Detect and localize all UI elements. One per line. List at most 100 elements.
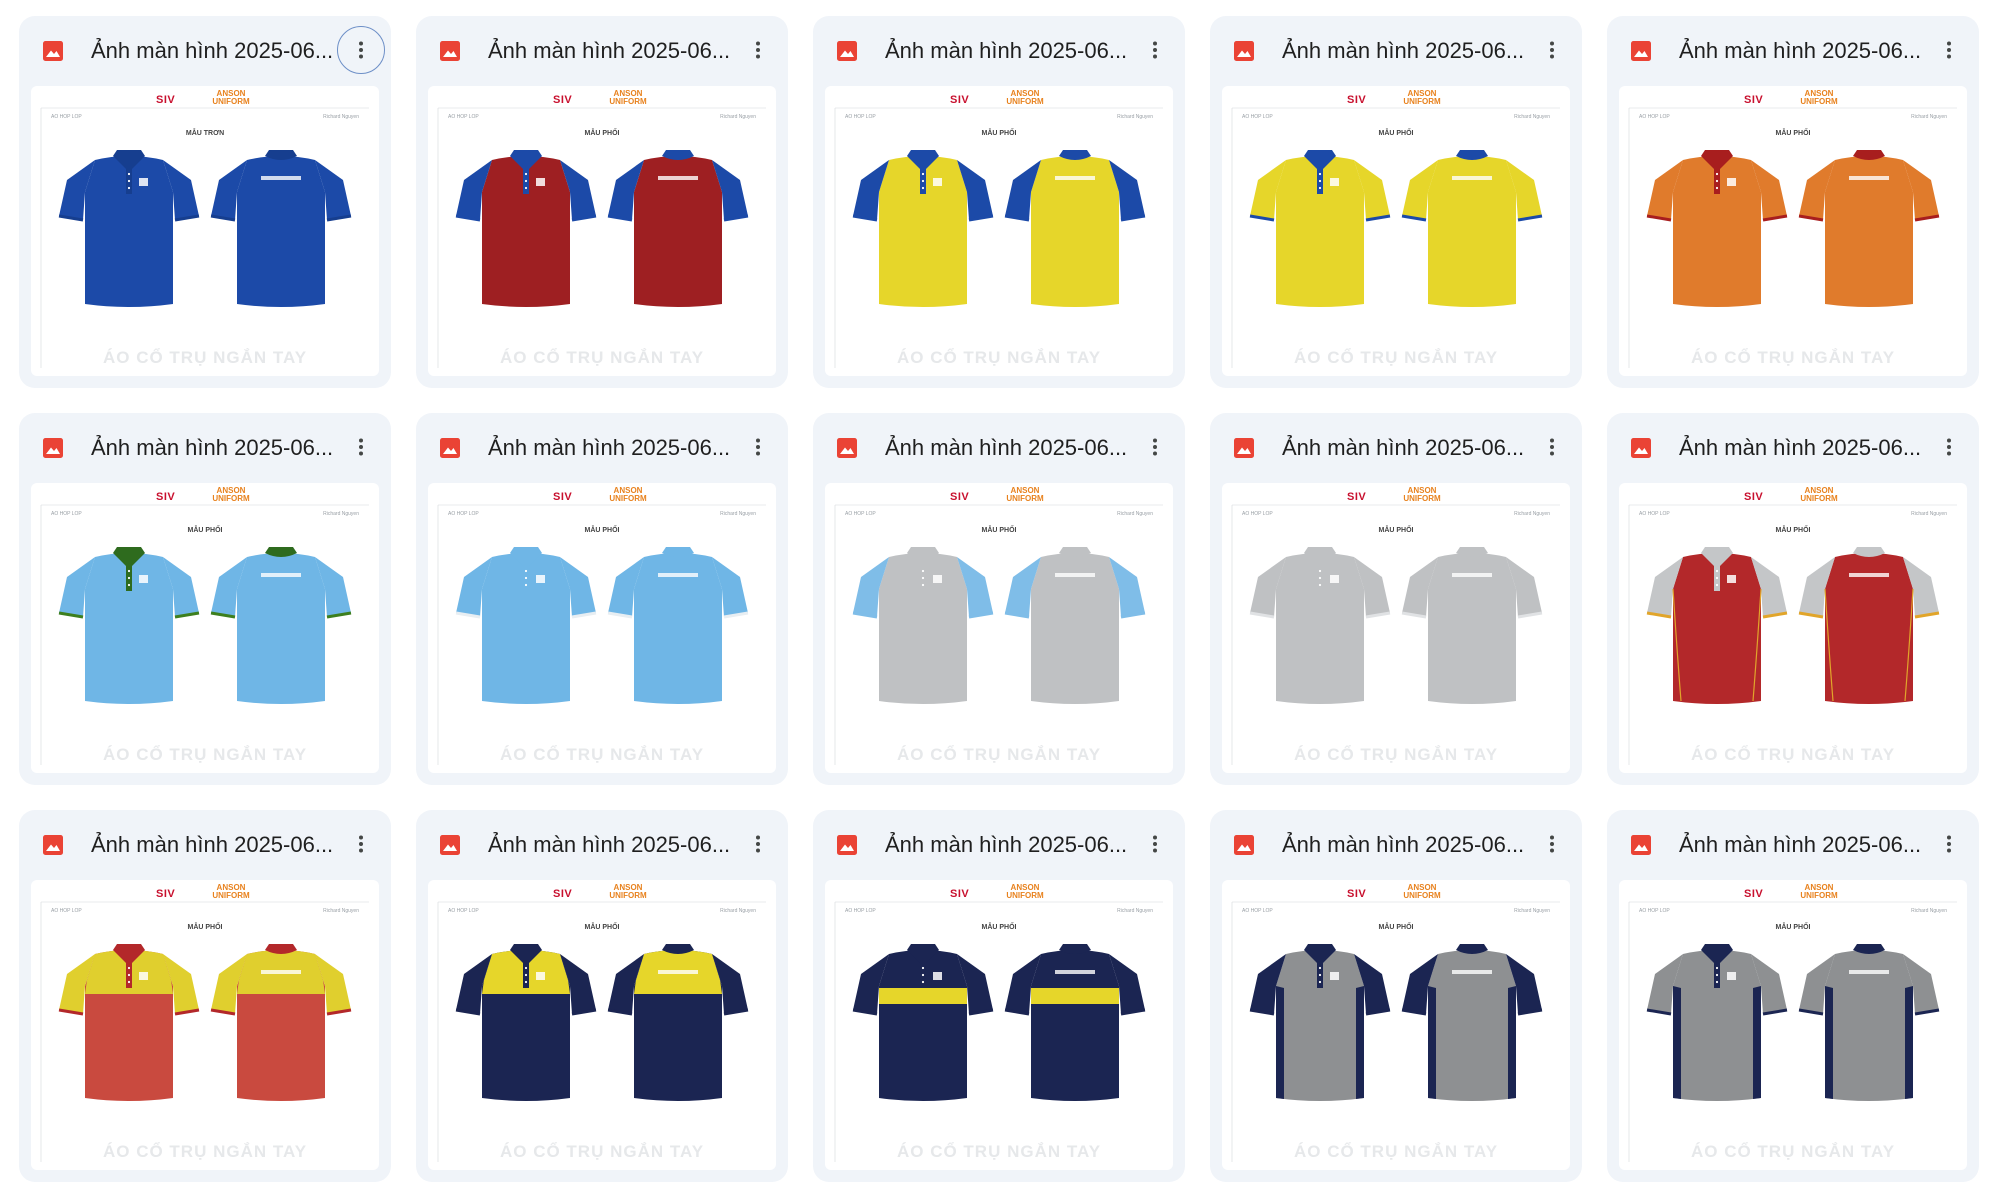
card-header: Ảnh màn hình 2025-06... [416, 16, 788, 86]
card-header: Ảnh màn hình 2025-06... [416, 413, 788, 483]
thumb-sub-right: Richard Nguyen [1117, 908, 1153, 914]
brand-siv-logo: SIV [1347, 888, 1367, 900]
card-header: Ảnh màn hình 2025-06... [1607, 16, 1979, 86]
brand-siv-logo: SIV [1744, 888, 1764, 900]
file-card[interactable]: Ảnh màn hình 2025-06... SIV ANSON UNIFOR… [813, 810, 1185, 1182]
more-actions-button[interactable] [1925, 26, 1973, 74]
file-card[interactable]: Ảnh màn hình 2025-06... SIV ANSON UNIFOR… [1210, 413, 1582, 785]
file-thumbnail[interactable]: SIV ANSON UNIFORM AO HOP LOP Richard Ngu… [825, 880, 1173, 1170]
file-thumbnail[interactable]: SIV ANSON UNIFORM AO HOP LOP Richard Ngu… [31, 880, 379, 1170]
file-title: Ảnh màn hình 2025-06... [1679, 832, 1922, 857]
file-card[interactable]: Ảnh màn hình 2025-06... SIV ANSON UNIFOR… [19, 16, 391, 388]
more-actions-button[interactable] [1925, 820, 1973, 868]
file-card[interactable]: Ảnh màn hình 2025-06... SIV ANSON UNIFOR… [19, 810, 391, 1182]
more-actions-button[interactable] [734, 423, 782, 471]
front-shirt-button-1 [1715, 179, 1719, 183]
watermark-text: ÁO CỔ TRỤ NGẮN TAY [499, 348, 705, 367]
thumb-sub-right: Richard Nguyen [323, 908, 359, 914]
front-shirt-button-0 [921, 569, 925, 573]
back-shirt-back-logo [658, 970, 698, 974]
file-card[interactable]: Ảnh màn hình 2025-06... SIV ANSON UNIFOR… [1607, 16, 1979, 388]
file-card[interactable]: Ảnh màn hình 2025-06... SIV ANSON UNIFOR… [416, 413, 788, 785]
image-file-icon [837, 835, 857, 855]
brand-anson-logo: ANSON UNIFORM [212, 883, 250, 900]
file-card[interactable]: Ảnh màn hình 2025-06... SIV ANSON UNIFOR… [416, 16, 788, 388]
image-file-icon [1234, 835, 1254, 855]
front-shirt-side-panel-right [1753, 986, 1761, 1099]
brand-anson-logo: ANSON UNIFORM [609, 883, 647, 900]
thumb-sub-left: AO HOP LOP [845, 511, 876, 517]
file-thumbnail[interactable]: SIV ANSON UNIFORM AO HOP LOP Richard Ngu… [1619, 880, 1967, 1170]
file-title: Ảnh màn hình 2025-06... [1679, 38, 1922, 63]
thumb-sub-left: AO HOP LOP [1242, 511, 1273, 517]
more-actions-button[interactable] [1131, 820, 1179, 868]
more-vert-icon [1947, 438, 1951, 456]
more-actions-button[interactable] [1131, 26, 1179, 74]
file-card[interactable]: Ảnh màn hình 2025-06... SIV ANSON UNIFOR… [813, 413, 1185, 785]
file-card[interactable]: Ảnh màn hình 2025-06... SIV ANSON UNIFOR… [813, 16, 1185, 388]
front-shirt-button-0 [921, 172, 925, 176]
watermark-text: ÁO CỔ TRỤ NGẮN TAY [1690, 745, 1896, 764]
file-card[interactable]: Ảnh màn hình 2025-06... SIV ANSON UNIFOR… [1607, 413, 1979, 785]
file-thumbnail[interactable]: SIV ANSON UNIFORM AO HOP LOP Richard Ngu… [31, 483, 379, 773]
front-shirt-button-2 [127, 186, 131, 190]
file-thumbnail[interactable]: SIV ANSON UNIFORM AO HOP LOP Richard Ngu… [428, 880, 776, 1170]
back-shirt-back-logo [1055, 573, 1095, 577]
more-actions-button[interactable] [734, 820, 782, 868]
file-thumbnail[interactable]: SIV ANSON UNIFORM AO HOP LOP Richard Ngu… [1222, 880, 1570, 1170]
more-actions-button[interactable] [337, 26, 385, 74]
front-shirt-chest-logo [536, 575, 545, 583]
more-actions-button[interactable] [734, 26, 782, 74]
design-label: MẪU PHỐI [981, 924, 1017, 931]
back-shirt-back-logo [658, 573, 698, 577]
file-card[interactable]: Ảnh màn hình 2025-06... SIV ANSON UNIFOR… [1210, 16, 1582, 388]
front-shirt-button-0 [1715, 569, 1719, 573]
file-thumbnail[interactable]: SIV ANSON UNIFORM AO HOP LOP Richard Ngu… [428, 483, 776, 773]
image-file-icon [43, 438, 63, 458]
brand-siv-logo: SIV [553, 888, 573, 900]
file-card[interactable]: Ảnh màn hình 2025-06... SIV ANSON UNIFOR… [416, 810, 788, 1182]
file-card[interactable]: Ảnh màn hình 2025-06... SIV ANSON UNIFOR… [1210, 810, 1582, 1182]
front-shirt-button-1 [127, 576, 131, 580]
front-shirt-button-1 [1715, 973, 1719, 977]
file-title: Ảnh màn hình 2025-06... [91, 832, 334, 857]
brand-siv-logo: SIV [156, 94, 176, 106]
file-card[interactable]: Ảnh màn hình 2025-06... SIV ANSON UNIFOR… [1607, 810, 1979, 1182]
watermark-text: ÁO CỔ TRỤ NGẮN TAY [1690, 1142, 1896, 1161]
watermark-text: ÁO CỔ TRỤ NGẮN TAY [896, 745, 1102, 764]
more-actions-button[interactable] [337, 820, 385, 868]
front-shirt-button-2 [127, 980, 131, 984]
file-title: Ảnh màn hình 2025-06... [885, 435, 1128, 460]
brand-siv-logo: SIV [950, 491, 970, 503]
card-header: Ảnh màn hình 2025-06... [1210, 810, 1582, 880]
back-shirt-side-panel-right [1508, 986, 1516, 1099]
file-thumbnail[interactable]: SIV ANSON UNIFORM AO HOP LOP Richard Ngu… [1619, 483, 1967, 773]
more-actions-button[interactable] [1528, 26, 1576, 74]
design-label: MẪU PHỐI [981, 527, 1017, 534]
image-file-icon [440, 438, 460, 458]
file-thumbnail[interactable]: SIV ANSON UNIFORM AO HOP LOP Richard Ngu… [31, 86, 379, 376]
more-actions-button[interactable] [1925, 423, 1973, 471]
watermark-text: ÁO CỔ TRỤ NGẮN TAY [1293, 1142, 1499, 1161]
brand-anson-logo: ANSON UNIFORM [1800, 486, 1838, 503]
front-shirt-chest-logo [536, 972, 545, 980]
file-title: Ảnh màn hình 2025-06... [1282, 435, 1525, 460]
file-thumbnail[interactable]: SIV ANSON UNIFORM AO HOP LOP Richard Ngu… [1222, 86, 1570, 376]
image-file-icon [1631, 835, 1651, 855]
file-thumbnail[interactable]: SIV ANSON UNIFORM AO HOP LOP Richard Ngu… [1222, 483, 1570, 773]
more-actions-button[interactable] [337, 423, 385, 471]
watermark-text: ÁO CỔ TRỤ NGẮN TAY [102, 745, 308, 764]
file-grid: Ảnh màn hình 2025-06... SIV ANSON UNIFOR… [19, 16, 1979, 1182]
file-thumbnail[interactable]: SIV ANSON UNIFORM AO HOP LOP Richard Ngu… [825, 483, 1173, 773]
more-actions-button[interactable] [1528, 820, 1576, 868]
file-card[interactable]: Ảnh màn hình 2025-06... SIV ANSON UNIFOR… [19, 413, 391, 785]
more-actions-button[interactable] [1528, 423, 1576, 471]
image-file-icon [43, 835, 63, 855]
file-thumbnail[interactable]: SIV ANSON UNIFORM AO HOP LOP Richard Ngu… [825, 86, 1173, 376]
file-thumbnail[interactable]: SIV ANSON UNIFORM AO HOP LOP Richard Ngu… [428, 86, 776, 376]
file-thumbnail[interactable]: SIV ANSON UNIFORM AO HOP LOP Richard Ngu… [1619, 86, 1967, 376]
thumb-sub-left: AO HOP LOP [51, 114, 82, 120]
front-shirt-button-0 [127, 172, 131, 176]
card-header: Ảnh màn hình 2025-06... [1210, 16, 1582, 86]
more-actions-button[interactable] [1131, 423, 1179, 471]
